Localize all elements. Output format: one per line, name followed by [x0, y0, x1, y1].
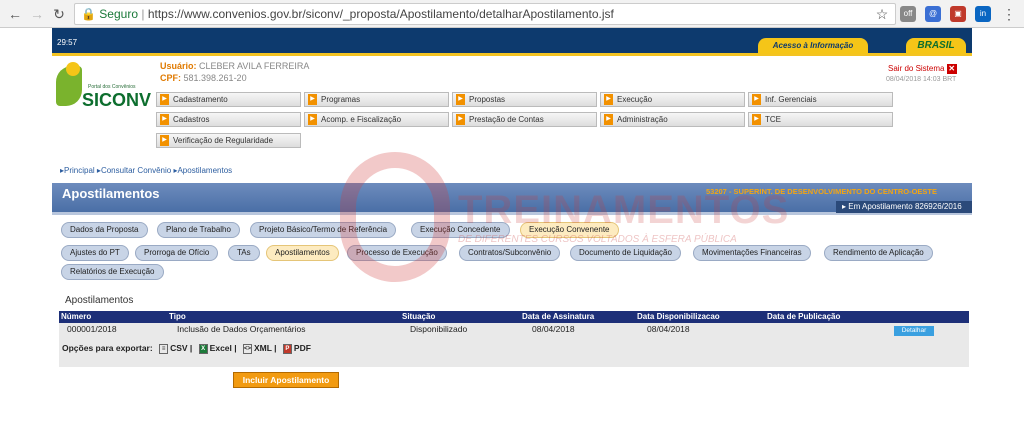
tab-relatorios-execucao[interactable]: Relatórios de Execução — [61, 264, 164, 280]
linkedin-icon[interactable]: in — [975, 6, 991, 22]
export-options: Opções para exportar: ≡ CSV | X Excel | <>… — [62, 343, 311, 354]
incluir-apostilamento-button[interactable]: Incluir Apostilamento — [233, 372, 339, 388]
breadcrumb-apostilamentos[interactable]: Apostilamentos — [177, 166, 232, 175]
menu-administracao[interactable]: Administração — [600, 112, 745, 127]
tab-movimentacoes-financeiras[interactable]: Movimentações Financeiras — [693, 245, 811, 261]
menu-cadastros[interactable]: Cadastros — [156, 112, 301, 127]
menu-execucao[interactable]: Execução — [600, 92, 745, 107]
pdf-icon: P — [282, 343, 292, 354]
export-excel-link[interactable]: X Excel — [198, 343, 232, 354]
session-timestamp: 08/04/2018 14:03 BRT — [886, 76, 957, 83]
user-info: Usuário: CLEBER AVILA FERREIRA CPF: 581.… — [160, 61, 310, 83]
col-data-disponibilizacao: Data Disponibilizacao — [637, 312, 720, 321]
session-timer: 29:57 — [57, 38, 78, 47]
secure-label: Seguro — [99, 7, 138, 21]
detalhar-button[interactable]: Detalhar — [894, 326, 934, 336]
address-bar[interactable]: 🔒 Seguro | https://www.convenios.gov.br/… — [74, 3, 896, 25]
cell-data-disponibilizacao: 08/04/2018 — [647, 324, 690, 334]
section-title: Apostilamentos — [65, 295, 134, 306]
forward-icon[interactable]: → — [28, 5, 46, 23]
menu-acomp-fiscalizacao[interactable]: Acomp. e Fiscalização — [304, 112, 449, 127]
star-icon[interactable]: ☆ — [873, 5, 891, 23]
breadcrumb-consultar-convenio[interactable]: Consultar Convênio — [101, 166, 171, 175]
user-name: CLEBER AVILA FERREIRA — [199, 61, 310, 71]
tab-tas[interactable]: TAs — [228, 245, 260, 261]
org-label: 53207 - SUPERINT. DE DESENVOLVIMENTO DO … — [706, 187, 938, 196]
tab-dados-proposta[interactable]: Dados da Proposta — [61, 222, 148, 238]
page-title: Apostilamentos — [62, 186, 160, 201]
col-tipo: Tipo — [169, 312, 186, 321]
menu-inf-gerenciais[interactable]: Inf. Gerenciais — [748, 92, 893, 107]
cell-situacao: Disponibilizado — [410, 324, 468, 334]
brasil-link[interactable]: BRASIL — [906, 38, 966, 54]
tab-execucao-concedente[interactable]: Execução Concedente — [411, 222, 510, 238]
tab-projeto-basico[interactable]: Projeto Básico/Termo de Referência — [250, 222, 397, 238]
gov-topbar: 29:57 Acesso à Informação BRASIL — [52, 28, 972, 56]
menu-icon[interactable]: ⋮ — [1000, 5, 1018, 23]
tab-prorroga-oficio[interactable]: Prorroga de Ofício — [135, 245, 219, 261]
tab-apostilamentos[interactable]: Apostilamentos — [266, 245, 339, 261]
extension-icon[interactable]: off — [900, 6, 916, 22]
extension-icon[interactable]: ▣ — [950, 6, 966, 22]
breadcrumb-principal[interactable]: Principal — [64, 166, 95, 175]
url-text: https://www.convenios.gov.br/siconv/_pro… — [147, 7, 614, 21]
col-numero: Número — [61, 312, 92, 321]
back-icon[interactable]: ← — [6, 5, 24, 23]
acesso-informacao-link[interactable]: Acesso à Informação — [758, 38, 868, 54]
col-data-assinatura: Data de Assinatura — [522, 312, 595, 321]
tab-contratos[interactable]: Contratos/Subconvênio — [459, 245, 561, 261]
page-header: Apostilamentos 53207 - SUPERINT. DE DESE… — [52, 183, 972, 215]
lock-icon: 🔒 — [81, 7, 96, 21]
menu-tce[interactable]: TCE — [748, 112, 893, 127]
tab-execucao-convenente[interactable]: Execução Convenente — [520, 222, 619, 238]
tab-ajustes-pt[interactable]: Ajustes do PT — [61, 245, 129, 261]
menu-cadastramento[interactable]: Cadastramento — [156, 92, 301, 107]
user-cpf: 581.398.261-20 — [183, 73, 247, 83]
cell-tipo: Inclusão de Dados Orçamentários — [177, 324, 306, 334]
menu-programas[interactable]: Programas — [304, 92, 449, 107]
logout-link[interactable]: Sair do Sistema ✕ — [888, 64, 957, 74]
table-header: Número Tipo Situação Data de Assinatura … — [59, 311, 969, 323]
tab-documento-liquidacao[interactable]: Documento de Liquidação — [570, 245, 681, 261]
xml-icon: <> — [243, 343, 252, 354]
context-label: ▸ Em Apostilamento 826926/2016 — [836, 201, 972, 213]
extension-icon[interactable]: @ — [925, 6, 941, 22]
close-icon: ✕ — [946, 64, 957, 74]
tab-plano-trabalho[interactable]: Plano de Trabalho — [157, 222, 240, 238]
browser-toolbar: ← → ↻ 🔒 Seguro | https://www.convenios.g… — [0, 0, 1024, 28]
tab-rendimento-aplicacao[interactable]: Rendimento de Aplicação — [824, 245, 933, 261]
menu-prestacao-contas[interactable]: Prestação de Contas — [452, 112, 597, 127]
excel-icon: X — [198, 343, 208, 354]
breadcrumb: ▸Principal ▸Consultar Convênio ▸Apostila… — [60, 166, 233, 175]
col-situacao: Situação — [402, 312, 436, 321]
export-xml-link[interactable]: <> XML — [243, 343, 272, 354]
siconv-logo[interactable]: Portal dos Convênios SICONV — [52, 62, 152, 112]
col-data-publicacao: Data de Publicação — [767, 312, 841, 321]
csv-icon: ≡ — [159, 343, 169, 354]
menu-propostas[interactable]: Propostas — [452, 92, 597, 107]
tab-processo-execucao[interactable]: Processo de Execução — [347, 245, 447, 261]
reload-icon[interactable]: ↻ — [50, 5, 68, 23]
cell-numero: 000001/2018 — [67, 324, 117, 334]
export-pdf-link[interactable]: P PDF — [282, 343, 311, 354]
cell-data-assinatura: 08/04/2018 — [532, 324, 575, 334]
menu-verificacao-regularidade[interactable]: Verificação de Regularidade — [156, 133, 301, 148]
export-csv-link[interactable]: ≡ CSV — [159, 343, 188, 354]
table-row: 000001/2018 Inclusão de Dados Orçamentár… — [59, 323, 969, 335]
